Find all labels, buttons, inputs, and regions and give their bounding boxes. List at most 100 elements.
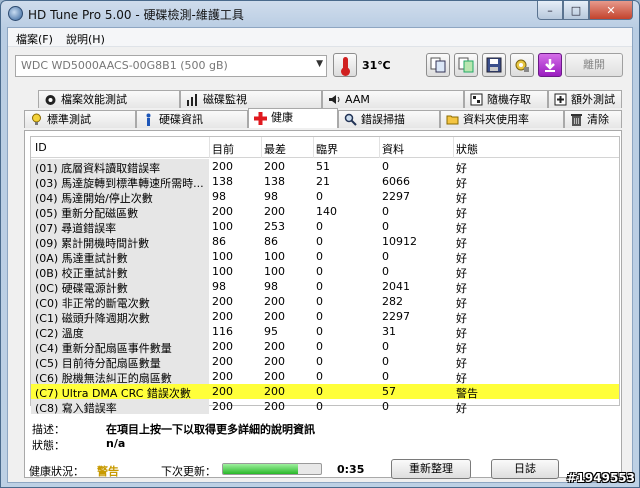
disk-monitor-icon xyxy=(186,93,199,106)
copy-text-button[interactable] xyxy=(426,53,450,77)
thermometer-icon xyxy=(333,53,357,77)
chevron-down-icon: ▼ xyxy=(316,59,323,69)
title-bar[interactable]: HD Tune Pro 5.00 - 硬碟檢測-維護工具 – □ ✕ xyxy=(1,1,639,27)
table-row[interactable]: (C4) 重新分配扇區事件數量 200 200 0 0 好 xyxy=(31,339,619,355)
tab-disk-monitor[interactable]: 磁碟監視 xyxy=(180,90,322,108)
benchmark-icon xyxy=(30,113,43,126)
copy-text-icon xyxy=(430,57,446,73)
table-row[interactable]: (07) 尋道錯誤率 100 253 0 0 好 xyxy=(31,219,619,235)
table-row[interactable]: (C6) 脫機無法糾正的扇區數 200 200 0 0 好 xyxy=(31,369,619,385)
column-header-current[interactable]: 目前 xyxy=(212,141,234,157)
column-header-data[interactable]: 資料 xyxy=(382,141,404,157)
cell-data: 0 xyxy=(382,220,389,233)
copy-screenshot-button[interactable] xyxy=(454,53,478,77)
cell-data: 0 xyxy=(382,160,389,173)
tab-drive-info[interactable]: 硬碟資訊 xyxy=(136,110,248,128)
log-button[interactable]: 日誌 xyxy=(491,459,559,479)
table-row[interactable]: (0A) 馬達重試計數 100 100 0 0 好 xyxy=(31,249,619,265)
options-button[interactable] xyxy=(510,53,534,77)
table-row[interactable]: (C7) Ultra DMA CRC 錯誤次數 200 200 0 57 警告 xyxy=(31,384,619,400)
table-row[interactable]: (03) 馬達旋轉到標準轉速所需時... 138 138 21 6066 好 xyxy=(31,174,619,190)
cell-data: 2041 xyxy=(382,280,410,293)
drive-select[interactable]: WDC WD5000AACS-00G8B1 (500 gB) ▼ xyxy=(15,55,327,77)
cell-current: 200 xyxy=(212,160,233,173)
cell-current: 86 xyxy=(212,235,226,248)
cell-current: 200 xyxy=(212,295,233,308)
table-row[interactable]: (04) 馬達開始/停止次數 98 98 0 2297 好 xyxy=(31,189,619,205)
tab-health[interactable]: 健康 xyxy=(248,108,338,128)
download-icon xyxy=(545,59,555,72)
tab-strip: 檔案效能測試 磁碟監視 AAM 隨機存取 額外測試 標準測試 硬碟資訊 健康 錯… xyxy=(22,90,622,130)
cell-worst: 200 xyxy=(264,205,285,218)
table-row[interactable]: (C5) 目前待分配扇區數量 200 200 0 0 好 xyxy=(31,354,619,370)
column-header-worst[interactable]: 最差 xyxy=(264,141,286,157)
options-icon xyxy=(515,59,529,72)
tab-extra-tests[interactable]: 額外測試 xyxy=(548,90,622,108)
tab-random-access[interactable]: 隨機存取 xyxy=(464,90,548,108)
drive-select-value: WDC WD5000AACS-00G8B1 (500 gB) xyxy=(21,59,228,72)
info-icon xyxy=(142,113,155,126)
cell-worst: 200 xyxy=(264,400,285,413)
column-header-status[interactable]: 狀態 xyxy=(456,141,478,157)
menu-bar: 檔案(F) 說明(H) xyxy=(8,28,632,47)
cell-threshold: 0 xyxy=(316,310,323,323)
column-header-threshold[interactable]: 臨界 xyxy=(316,141,338,157)
toolbar: WDC WD5000AACS-00G8B1 (500 gB) ▼ 31℃ 離開 xyxy=(8,48,632,88)
status-bar: 健康狀況： 警告 下次更新： 0:35 重新整理 日誌 xyxy=(25,459,621,479)
save-button[interactable] xyxy=(482,53,506,77)
description-value: 在項目上按一下以取得更多詳細的說明資訊 xyxy=(106,423,315,436)
cell-threshold: 0 xyxy=(316,295,323,308)
table-row[interactable]: (0C) 硬碟電源計數 98 98 0 2041 好 xyxy=(31,279,619,295)
cell-threshold: 140 xyxy=(316,205,337,218)
table-row[interactable]: (C0) 非正常的斷電次數 200 200 0 282 好 xyxy=(31,294,619,310)
table-row[interactable]: (0B) 校正重試計數 100 100 0 0 好 xyxy=(31,264,619,280)
exit-button[interactable]: 離開 xyxy=(565,53,623,77)
table-row[interactable]: (09) 累計開機時間計數 86 86 0 10912 好 xyxy=(31,234,619,250)
menu-help[interactable]: 說明(H) xyxy=(66,31,105,47)
update-progress-fill xyxy=(223,464,299,474)
cell-current: 100 xyxy=(212,250,233,263)
column-header-id[interactable]: ID xyxy=(35,141,47,154)
table-row[interactable]: (01) 底層資料讀取錯誤率 200 200 51 0 好 xyxy=(31,159,619,175)
time-remaining: 0:35 xyxy=(337,463,365,476)
cell-worst: 100 xyxy=(264,250,285,263)
table-row[interactable]: (C1) 磁頭升降週期次數 200 200 0 2297 好 xyxy=(31,309,619,325)
tab-benchmark[interactable]: 標準測試 xyxy=(24,110,136,128)
client-area: 檔案(F) 說明(H) WDC WD5000AACS-00G8B1 (500 g… xyxy=(7,27,633,483)
status-value: n/a xyxy=(106,437,126,450)
health-panel: ID 目前 最差 臨界 資料 狀態 (01) 底層資料讀取錯誤率 200 200 51… xyxy=(24,130,622,479)
tab-file-benchmark[interactable]: 檔案效能測試 xyxy=(38,90,180,108)
table-row[interactable]: (C2) 溫度 116 95 0 31 好 xyxy=(31,324,619,340)
refresh-button[interactable]: 重新整理 xyxy=(391,459,471,479)
table-row[interactable]: (C8) 寫入錯誤率 200 200 0 0 好 xyxy=(31,399,619,415)
update-progress-bar xyxy=(222,463,322,475)
health-status-value: 警告 xyxy=(97,465,119,478)
cell-threshold: 0 xyxy=(316,340,323,353)
file-benchmark-icon xyxy=(44,93,57,106)
close-button[interactable]: ✕ xyxy=(589,1,633,20)
tab-erase[interactable]: 清除 xyxy=(564,110,622,128)
cell-threshold: 51 xyxy=(316,160,330,173)
app-icon xyxy=(8,6,23,21)
cell-data: 0 xyxy=(382,265,389,278)
cell-current: 98 xyxy=(212,280,226,293)
cell-worst: 200 xyxy=(264,340,285,353)
cell-data: 2297 xyxy=(382,310,410,323)
cell-id: (C8) 寫入錯誤率 xyxy=(35,402,117,415)
minimize-button[interactable]: – xyxy=(537,1,563,20)
maximize-button[interactable]: □ xyxy=(563,1,589,20)
cell-data: 6066 xyxy=(382,175,410,188)
tab-folder-usage[interactable]: 資料夾使用率 xyxy=(440,110,564,128)
cell-current: 200 xyxy=(212,400,233,413)
tab-error-scan[interactable]: 錯誤掃描 xyxy=(338,110,440,128)
smart-table[interactable]: ID 目前 最差 臨界 資料 狀態 (01) 底層資料讀取錯誤率 200 200 51… xyxy=(30,136,620,415)
cell-data: 0 xyxy=(382,250,389,263)
tab-aam[interactable]: AAM xyxy=(322,90,464,108)
cell-worst: 95 xyxy=(264,325,278,338)
cell-data: 0 xyxy=(382,205,389,218)
menu-file[interactable]: 檔案(F) xyxy=(16,31,53,47)
download-button[interactable] xyxy=(538,53,562,77)
table-row[interactable]: (05) 重新分配磁區數 200 200 140 0 好 xyxy=(31,204,619,220)
cell-worst: 100 xyxy=(264,265,285,278)
cell-worst: 200 xyxy=(264,160,285,173)
